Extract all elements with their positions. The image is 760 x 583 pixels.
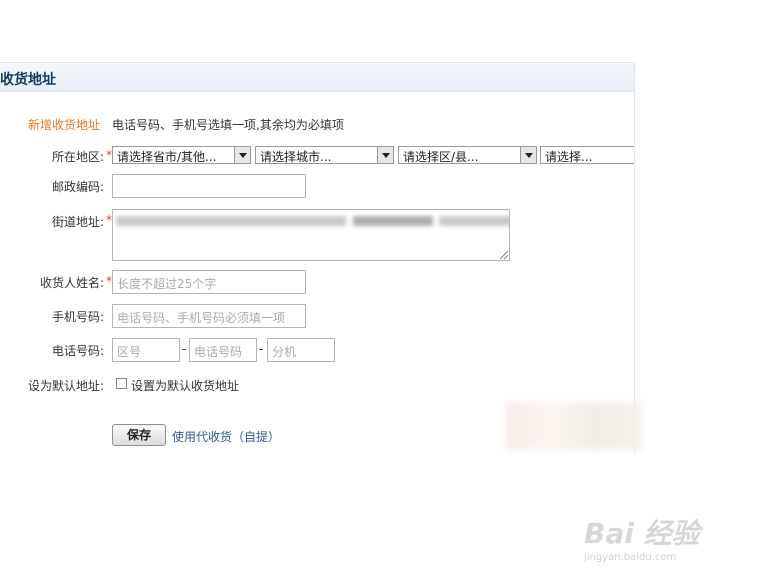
street-select[interactable]: 请选择... <box>540 146 634 164</box>
street-textarea[interactable] <box>112 209 510 261</box>
area-code-placeholder: 区号 <box>117 345 142 359</box>
district-select-value: 请选择区/县... <box>403 150 479 164</box>
postcode-label: 邮政编码: <box>51 180 104 194</box>
panel-header: 收货地址 <box>0 63 634 92</box>
city-select[interactable]: 请选择城市... <box>255 146 394 164</box>
form-heading-row: 新增收货地址 电话号码、手机号选填一项,其余均为必填项 <box>0 112 634 136</box>
chevron-down-icon <box>234 147 250 163</box>
default-checkbox[interactable] <box>116 378 127 389</box>
area-code-input[interactable]: 区号 <box>112 338 180 362</box>
region-row: 所在地区: * 请选择省市/其他... 请选择城市... 请选择区/县... 请… <box>0 144 634 168</box>
watermark-logo: Bai 经验 <box>584 517 700 550</box>
district-select[interactable]: 请选择区/县... <box>398 146 537 164</box>
phone-number-placeholder: 电话号码 <box>194 345 243 359</box>
watermark-url: jingyan.baidu.com <box>584 552 677 563</box>
street-select-value: 请选择... <box>545 150 593 164</box>
default-checkbox-label[interactable]: 设置为默认收货地址 <box>131 377 239 394</box>
redacted-text <box>439 216 509 226</box>
save-button[interactable]: 保存 <box>112 424 166 446</box>
default-row: 设为默认地址: 设置为默认收货地址 <box>0 373 634 397</box>
mobile-label: 手机号码: <box>51 310 104 324</box>
panel-title: 收货地址 <box>0 72 56 88</box>
chevron-down-icon <box>377 147 393 163</box>
default-label: 设为默认地址: <box>27 379 104 393</box>
street-label: 街道地址: <box>51 215 104 229</box>
name-placeholder: 长度不超过25个字 <box>117 277 217 291</box>
separator: - <box>259 342 264 356</box>
name-row: 收货人姓名: * 长度不超过25个字 <box>0 270 634 294</box>
mobile-row: 手机号码: 电话号码、手机号码必须填一项 <box>0 304 634 328</box>
province-select[interactable]: 请选择省市/其他... <box>112 146 251 164</box>
resize-handle-icon[interactable] <box>500 251 508 259</box>
city-select-value: 请选择城市... <box>260 150 332 164</box>
chevron-down-icon <box>520 147 536 163</box>
form-heading: 新增收货地址 <box>28 118 101 132</box>
postcode-row: 邮政编码: <box>0 174 634 198</box>
name-label: 收货人姓名: <box>39 276 104 290</box>
postcode-input[interactable] <box>112 174 306 198</box>
phone-row: 电话号码: 区号 - 电话号码 - 分机 <box>0 338 634 362</box>
mobile-placeholder: 电话号码、手机号码必须填一项 <box>117 311 286 325</box>
phone-number-input[interactable]: 电话号码 <box>189 338 257 362</box>
region-label: 所在地区: <box>51 150 104 164</box>
separator: - <box>182 342 187 356</box>
name-input[interactable]: 长度不超过25个字 <box>112 270 306 294</box>
form-tip: 电话号码、手机号选填一项,其余均为必填项 <box>112 118 344 132</box>
phone-label: 电话号码: <box>51 344 104 358</box>
extension-placeholder: 分机 <box>272 345 297 359</box>
extension-input[interactable]: 分机 <box>267 338 335 362</box>
province-select-value: 请选择省市/其他... <box>117 150 217 164</box>
redacted-text <box>353 216 433 226</box>
mobile-input[interactable]: 电话号码、手机号码必须填一项 <box>112 304 306 328</box>
redacted-text <box>116 216 346 226</box>
blurred-region <box>506 402 642 450</box>
street-row: 街道地址: * <box>0 209 634 261</box>
pickup-link[interactable]: 使用代收货（自提） <box>172 428 280 445</box>
